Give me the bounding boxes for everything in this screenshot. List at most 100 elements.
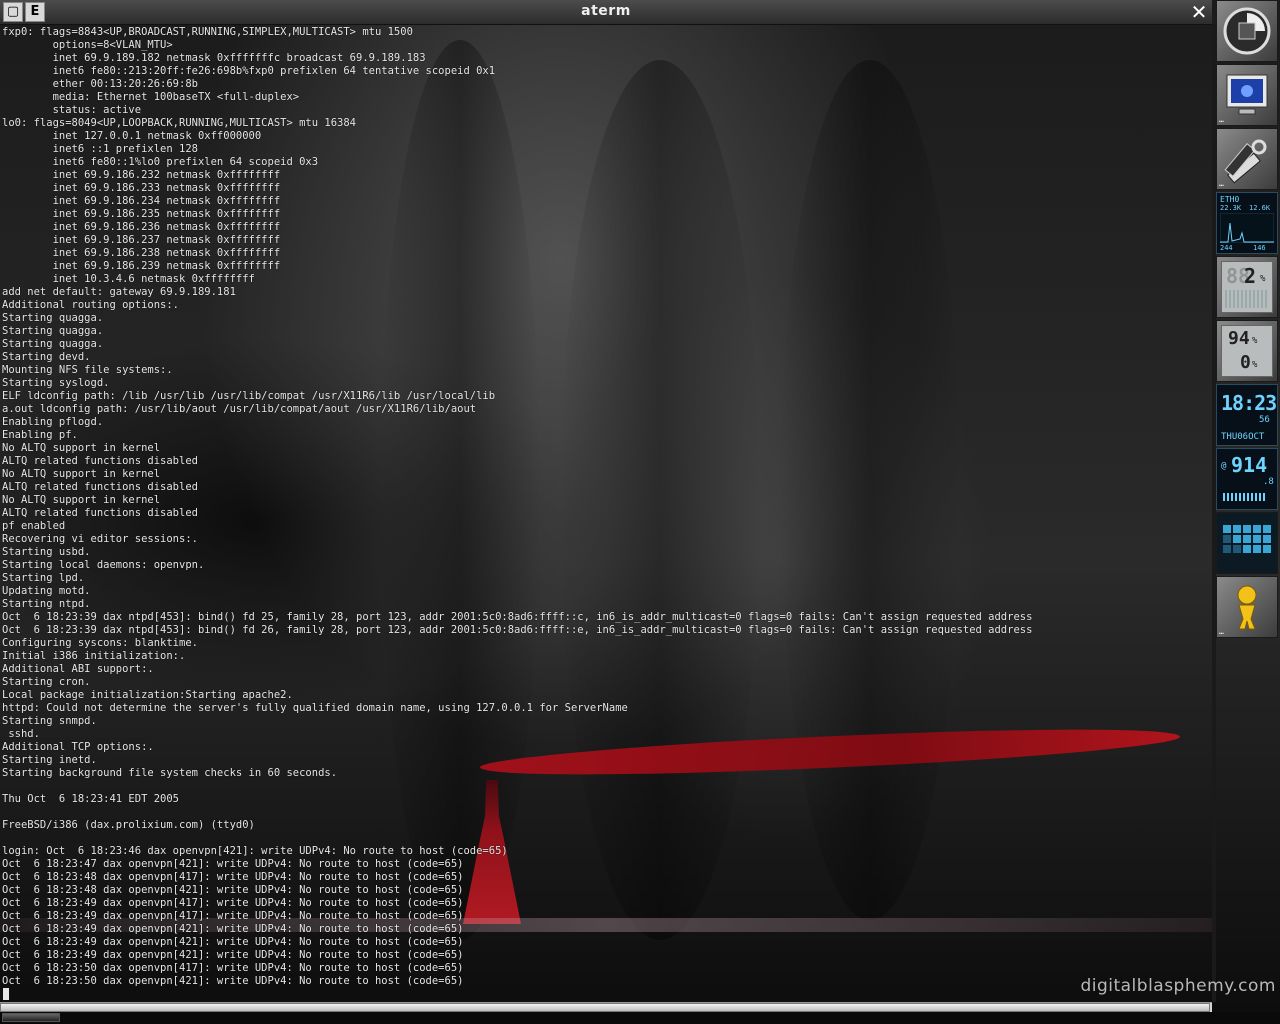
cpu-history-graph [1225, 290, 1269, 308]
terminal-line: Additional TCP options:. [2, 741, 154, 753]
cpu-unit: % [1260, 274, 1266, 284]
terminal-line: sshd. [2, 728, 40, 740]
volume-sub: .8 [1263, 477, 1274, 487]
clock-date: THU06OCT [1221, 432, 1265, 442]
dock-messenger-tile[interactable]: … [1216, 576, 1278, 638]
terminal-line: Starting inetd. [2, 754, 97, 766]
dock-dots: … [1219, 115, 1224, 124]
terminal-line: ether 00:13:20:26:69:8b [2, 78, 198, 90]
terminal-line: options=8<VLAN_MTU> [2, 39, 173, 51]
terminal-line: Recovering vi editor sessions:. [2, 533, 198, 545]
net-interface-label: ETH0 [1220, 195, 1240, 204]
volume-at-icon: @ [1221, 461, 1227, 471]
terminal-output[interactable]: fxp0: flags=8843<UP,BROADCAST,RUNNING,SI… [2, 26, 1210, 1002]
mem-unit: % [1252, 336, 1258, 346]
dock-logo-icon [1221, 5, 1273, 57]
terminal-line: ELF ldconfig path: /lib /usr/lib /usr/li… [2, 390, 496, 402]
terminal-line: Starting devd. [2, 351, 91, 363]
terminal-line: inet 69.9.186.235 netmask 0xffffffff [2, 208, 281, 220]
terminal-line: inet 127.0.0.1 netmask 0xff000000 [2, 130, 262, 142]
swap-unit: % [1252, 360, 1258, 370]
terminal-line: Starting local daemons: openvpn. [2, 559, 205, 571]
terminal-line: Oct 6 18:23:49 dax openvpn[421]: write U… [2, 936, 464, 948]
terminal-line: No ALTQ support in kernel [2, 468, 161, 480]
terminal-line: lo0: flags=8049<UP,LOOPBACK,RUNNING,MULT… [2, 117, 357, 129]
clock-time: 18:23 [1221, 391, 1277, 415]
terminal-line: Oct 6 18:23:39 dax ntpd[453]: bind() fd … [2, 624, 1033, 636]
terminal-line: Updating motd. [2, 585, 91, 597]
dock-app-logo-tile[interactable] [1216, 0, 1278, 62]
monitor-icon [1221, 69, 1273, 121]
terminal-line: Enabling pflogd. [2, 416, 104, 428]
net-tx-value: 12.6K [1249, 204, 1271, 212]
dock-display-tile[interactable]: … [1216, 64, 1278, 126]
terminal-line: Oct 6 18:23:48 dax openvpn[421]: write U… [2, 884, 464, 896]
terminal-line: Starting quagga. [2, 312, 104, 324]
dock-cpu-monitor[interactable]: 88 2 % [1216, 256, 1278, 318]
terminal-line: inet 69.9.186.233 netmask 0xffffffff [2, 182, 281, 194]
terminal-line: Oct 6 18:23:49 dax openvpn[421]: write U… [2, 949, 464, 961]
terminal-line: ALTQ related functions disabled [2, 481, 198, 493]
terminal-line: inet6 fe80::213:20ff:fe26:698b%fxp0 pref… [2, 65, 496, 77]
net-foot-left: 244 [1220, 244, 1233, 252]
terminal-line: a.out ldconfig path: /usr/lib/aout /usr/… [2, 403, 477, 415]
mem-value: 94 [1228, 328, 1250, 349]
terminal-line: Local package initialization:Starting ap… [2, 689, 293, 701]
terminal-line: Enabling pf. [2, 429, 78, 441]
terminal-line: Starting usbd. [2, 546, 91, 558]
terminal-line: ALTQ related functions disabled [2, 455, 198, 467]
dock-workspace-grid[interactable] [1216, 512, 1278, 574]
dock-network-monitor[interactable]: ETH0 22.3K 12.6K 244 146 [1216, 192, 1278, 254]
terminal-line: inet 69.9.186.237 netmask 0xffffffff [2, 234, 281, 246]
terminal-line: Starting background file system checks i… [2, 767, 338, 779]
net-graph [1220, 213, 1274, 243]
terminal-line: inet 69.9.186.234 netmask 0xffffffff [2, 195, 281, 207]
terminal-line: inet6 ::1 prefixlen 128 [2, 143, 198, 155]
net-foot-right: 146 [1253, 244, 1266, 252]
terminal-line: inet 10.3.4.6 netmask 0xffffffff [2, 273, 255, 285]
terminal-line: Oct 6 18:23:49 dax openvpn[417]: write U… [2, 897, 464, 909]
close-button[interactable]: ✕ [1188, 1, 1210, 23]
terminal-line: No ALTQ support in kernel [2, 494, 161, 506]
terminal-line: Additional ABI support:. [2, 663, 154, 675]
terminal-line: Starting quagga. [2, 325, 104, 337]
dock-clock[interactable]: 18:23 56 THU06OCT [1216, 384, 1278, 446]
terminal-line: Oct 6 18:23:50 dax openvpn[421]: write U… [2, 975, 464, 987]
dock-volume-monitor[interactable]: @ 914 .8 [1216, 448, 1278, 510]
terminal-line: Oct 6 18:23:49 dax openvpn[417]: write U… [2, 910, 464, 922]
terminal-line: Configuring syscons: blanktime. [2, 637, 198, 649]
terminal-line: Starting lpd. [2, 572, 85, 584]
terminal-line: Initial i386 initialization:. [2, 650, 186, 662]
scrollbar-thumb[interactable] [0, 1003, 1210, 1012]
terminal-cursor [3, 988, 9, 1000]
dock-memory-monitor[interactable]: 94 % 0 % [1216, 320, 1278, 382]
net-rx-value: 22.3K [1220, 204, 1242, 212]
messenger-figure-icon [1221, 581, 1273, 633]
window-title: aterm [581, 3, 631, 19]
terminal-line: Oct 6 18:23:48 dax openvpn[417]: write U… [2, 871, 464, 883]
terminal-line: inet6 fe80::1%lo0 prefixlen 64 scopeid 0… [2, 156, 319, 168]
terminal-line: Mounting NFS file systems:. [2, 364, 173, 376]
terminal-line: Oct 6 18:23:49 dax openvpn[421]: write U… [2, 923, 464, 935]
volume-meter [1223, 493, 1267, 501]
dock-settings-tile[interactable]: … [1216, 128, 1278, 190]
volume-value: 914 [1231, 453, 1268, 477]
terminal-line: FreeBSD/i386 (dax.prolixium.com) (ttyd0) [2, 819, 255, 831]
tools-icon [1221, 133, 1273, 185]
bottom-strip [0, 1012, 1280, 1024]
workspace-grid-icon [1223, 525, 1271, 553]
window-titlebar[interactable]: ▢ E aterm ✕ [0, 0, 1212, 25]
terminal-line: Oct 6 18:23:39 dax ntpd[453]: bind() fd … [2, 611, 1033, 623]
terminal-line: media: Ethernet 100baseTX <full-duplex> [2, 91, 300, 103]
terminal-line: httpd: Could not determine the server's … [2, 702, 628, 714]
terminal-line: Oct 6 18:23:50 dax openvpn[417]: write U… [2, 962, 464, 974]
terminal-line: inet 69.9.186.239 netmask 0xffffffff [2, 260, 281, 272]
minimized-window-widget[interactable] [2, 1013, 60, 1022]
terminal-line: inet 69.9.189.182 netmask 0xfffffffc bro… [2, 52, 426, 64]
terminal-line: Starting snmpd. [2, 715, 97, 727]
terminal-line: Starting cron. [2, 676, 91, 688]
terminal-line: inet 69.9.186.238 netmask 0xffffffff [2, 247, 281, 259]
terminal-line: Starting ntpd. [2, 598, 91, 610]
